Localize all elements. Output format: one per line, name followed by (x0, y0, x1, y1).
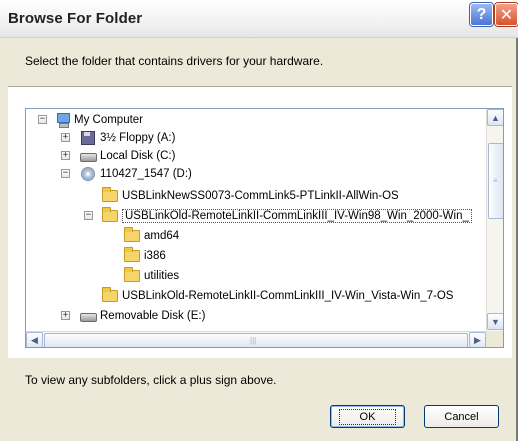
browse-for-folder-dialog: Browse For Folder ? ✕ Select the folder … (0, 0, 518, 441)
tree-item-label: Local Disk (C:) (100, 150, 176, 162)
tree-item-removable-disk-e[interactable]: Removable Disk (E:) (80, 307, 205, 325)
dialog-title: Browse For Folder (8, 10, 143, 27)
expand-icon[interactable]: + (61, 311, 70, 320)
computer-icon (56, 113, 70, 128)
grip-icon: ||| (250, 336, 257, 345)
disk-icon (80, 149, 97, 163)
folder-icon (102, 287, 118, 302)
floppy-icon (80, 131, 96, 145)
tree-item-floppy[interactable]: 3½ Floppy (A:) (80, 129, 175, 147)
folder-icon (102, 207, 118, 222)
folder-icon (124, 247, 140, 262)
folder-icon (124, 227, 140, 242)
hint-text: To view any subfolders, click a plus sig… (25, 373, 277, 387)
cancel-button[interactable]: Cancel (424, 405, 499, 428)
tree-item-label: 110427_1547 (D:) (100, 168, 192, 180)
vertical-scrollbar[interactable]: ▲ ≡ ▼ (486, 109, 503, 331)
folder-tree[interactable]: My Computer − 3½ Floppy (A:) + Local Dis… (25, 108, 504, 348)
tree-item-cd-d[interactable]: 110427_1547 (D:) (80, 165, 192, 183)
tree-item-label: 3½ Floppy (A:) (100, 132, 176, 144)
folder-icon (102, 187, 118, 202)
tree-item-folder[interactable]: utilities (124, 267, 179, 285)
collapse-icon[interactable]: − (84, 211, 93, 220)
tree-item-label: i386 (144, 250, 166, 262)
close-button[interactable]: ✕ (495, 3, 518, 26)
disk-icon (80, 309, 97, 323)
cancel-button-label: Cancel (444, 410, 479, 423)
tree-item-label: amd64 (144, 230, 180, 242)
scroll-left-icon[interactable]: ◀ (26, 332, 43, 347)
tree-item-label: utilities (144, 270, 180, 282)
tree-item-folder-selected[interactable]: USBLinkOld-RemoteLinkII-CommLinkIII_IV-W… (102, 207, 472, 225)
scrollbar-corner (486, 331, 503, 347)
scroll-down-icon[interactable]: ▼ (487, 313, 503, 330)
tree-item-local-disk-c[interactable]: Local Disk (C:) (80, 147, 175, 165)
tree-item-my-computer[interactable]: My Computer (56, 111, 143, 129)
vertical-scroll-thumb[interactable]: ≡ (488, 143, 503, 219)
scroll-right-icon[interactable]: ▶ (469, 332, 486, 347)
scroll-up-icon[interactable]: ▲ (487, 109, 503, 126)
tree-item-folder[interactable]: amd64 (124, 227, 179, 245)
expand-icon[interactable]: + (61, 151, 70, 160)
ok-button[interactable]: OK (330, 405, 405, 428)
folder-icon (124, 267, 140, 282)
collapse-icon[interactable]: − (61, 169, 70, 178)
collapse-icon[interactable]: − (38, 115, 47, 124)
tree-item-label: USBLinkNewSS0073-CommLink5-PTLinkII-AllW… (122, 190, 399, 202)
grip-icon: ≡ (493, 176, 498, 185)
tree-item-folder[interactable]: i386 (124, 247, 166, 265)
cd-icon (80, 167, 96, 181)
horizontal-scroll-thumb[interactable]: ||| (44, 333, 468, 347)
tree-item-label: USBLinkOld-RemoteLinkII-CommLinkIII_IV-W… (122, 290, 454, 302)
tree-item-folder[interactable]: USBLinkNewSS0073-CommLink5-PTLinkII-AllW… (102, 187, 399, 205)
instruction-text: Select the folder that contains drivers … (25, 54, 324, 68)
tree-item-label: Removable Disk (E:) (100, 310, 206, 322)
expand-icon[interactable]: + (61, 133, 70, 142)
help-button[interactable]: ? (470, 3, 493, 26)
title-bar[interactable]: Browse For Folder ? ✕ (0, 0, 518, 38)
tree-item-label: USBLinkOld-RemoteLinkII-CommLinkIII_IV-W… (122, 209, 472, 223)
horizontal-scrollbar[interactable]: ◀ ||| ▶ (26, 331, 486, 347)
tree-item-label: My Computer (74, 114, 144, 126)
tree-item-folder[interactable]: USBLinkOld-RemoteLinkII-CommLinkIII_IV-W… (102, 287, 453, 305)
ok-button-label: OK (338, 408, 397, 425)
tree-content: My Computer − 3½ Floppy (A:) + Local Dis… (26, 109, 486, 331)
